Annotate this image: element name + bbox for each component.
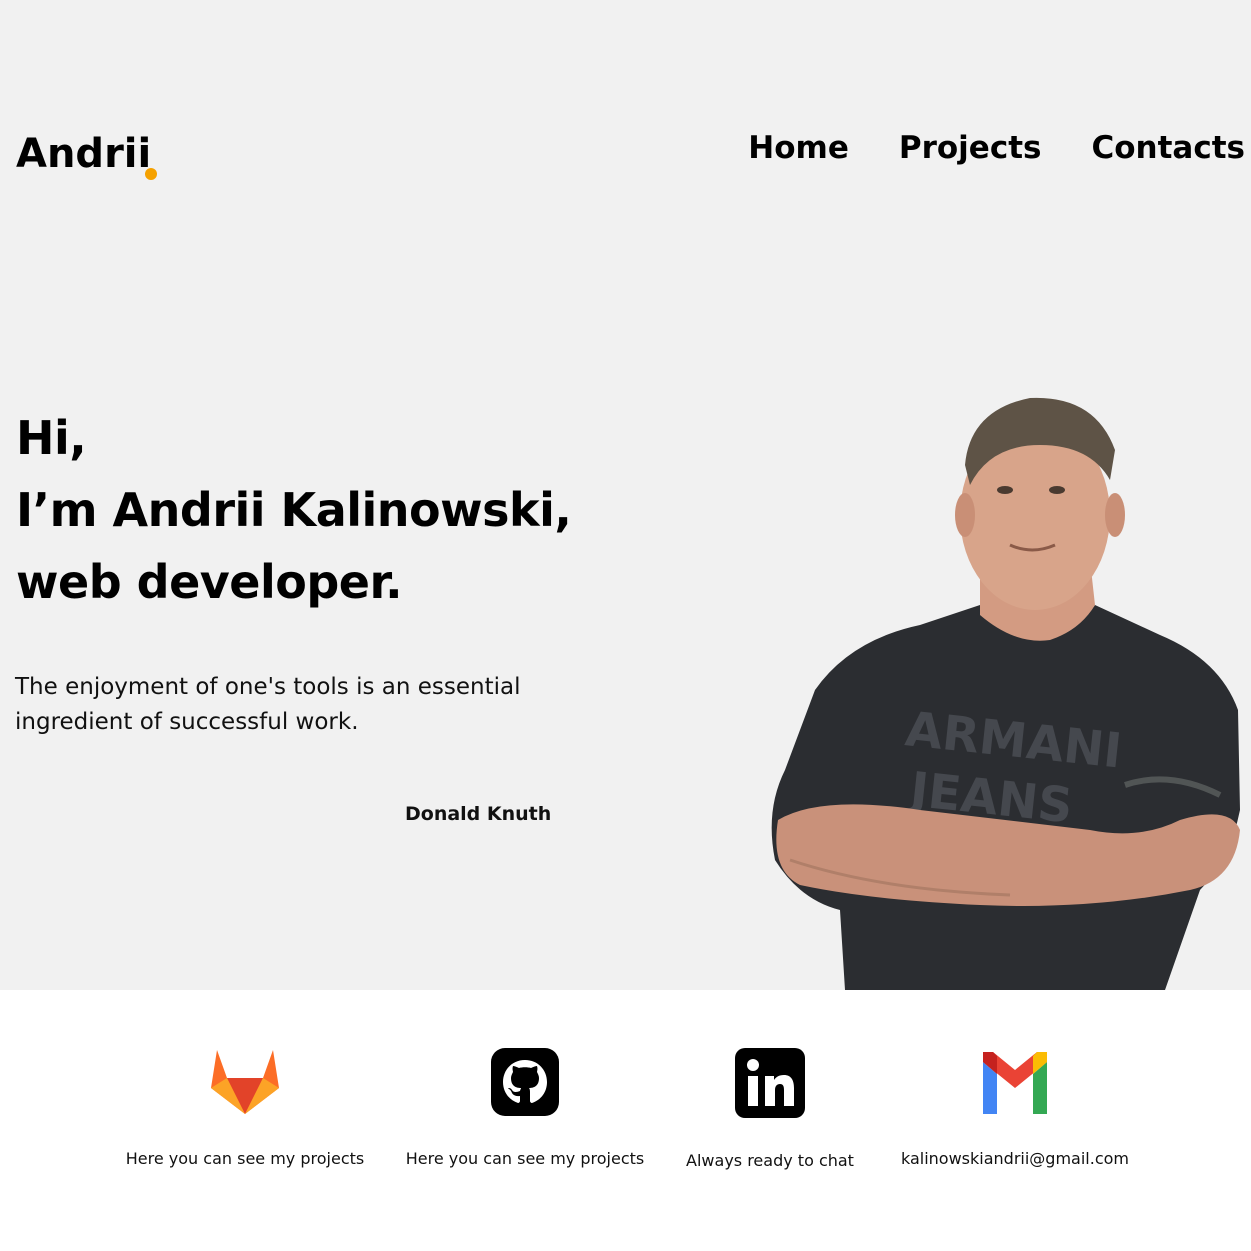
- hero-section: Andrii Home Projects Contacts Hi, I’m An…: [0, 0, 1251, 990]
- gitlab-icon: [211, 1050, 279, 1114]
- gmail-icon: [983, 1052, 1047, 1114]
- portrait-photo: ARMANI JEANS: [771, 397, 1240, 990]
- linkedin-icon: [735, 1048, 805, 1118]
- quote-author: Donald Knuth: [405, 803, 552, 825]
- github-icon: [491, 1048, 559, 1116]
- email-caption: kalinowskiandrii@gmail.com: [900, 1149, 1129, 1168]
- headline-role: web developer.: [16, 555, 403, 609]
- quote-text: The enjoyment of one's tools is an essen…: [15, 674, 521, 735]
- nav-home[interactable]: Home: [748, 126, 849, 170]
- headline-greeting: Hi,: [16, 411, 87, 465]
- logo-dot: [145, 168, 157, 180]
- nav-projects[interactable]: Projects: [899, 126, 1042, 170]
- hero-headline: Hi, I’m Andrii Kalinowski, web developer…: [16, 402, 572, 618]
- social-links: Here you can see my projects Here you ca…: [0, 990, 1251, 1251]
- main-nav: Home Projects Contacts: [748, 126, 1245, 170]
- github-link[interactable]: Here you can see my projects: [405, 1048, 645, 1170]
- logo[interactable]: Andrii: [16, 130, 151, 178]
- nav-contacts[interactable]: Contacts: [1091, 126, 1245, 170]
- email-link[interactable]: kalinowskiandrii@gmail.com: [895, 1048, 1135, 1170]
- gitlab-link[interactable]: Here you can see my projects: [125, 1048, 365, 1170]
- gitlab-caption: Here you can see my projects: [125, 1149, 365, 1168]
- linkedin-link[interactable]: Always ready to chat: [684, 1048, 856, 1172]
- headline-name: I’m Andrii Kalinowski,: [16, 483, 572, 537]
- github-caption: Here you can see my projects: [405, 1149, 645, 1168]
- linkedin-caption: Always ready to chat: [686, 1151, 854, 1170]
